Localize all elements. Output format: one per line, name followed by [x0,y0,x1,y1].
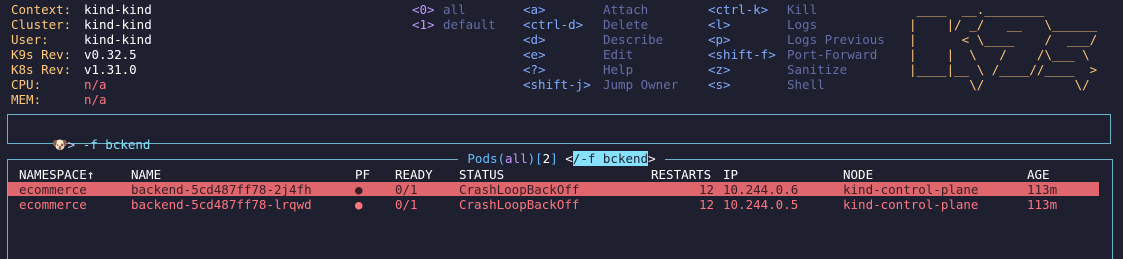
cell-node: kind-control-plane [843,182,979,197]
hotkey-key[interactable]: <shift-f> [708,47,776,62]
cell-status: CrashLoopBackOff [459,197,580,212]
logo-line: | | \ / /\___ \ [909,47,1105,62]
col-name[interactable]: NAME [131,167,161,182]
hotkey-key[interactable]: <a> [523,2,546,17]
cell-namespace: ecommerce [19,182,87,197]
cell-name: backend-5cd487ff78-lrqwd [131,197,312,212]
hotkey-key[interactable]: <z> [708,62,731,77]
hotkey-label[interactable]: Logs Previous [787,32,885,47]
user-label: User: [11,32,49,47]
mem-value: n/a [84,92,107,107]
title-end [656,151,664,166]
ns-label[interactable]: default [443,17,496,32]
k9s-rev-label: K9s Rev: [11,47,72,62]
logo-line: \/ \/ [909,77,1105,92]
hotkey-key[interactable]: <e> [523,47,546,62]
ns-key[interactable]: <1> [412,17,435,32]
hotkey-label[interactable]: Help [603,62,633,77]
cell-restarts: 12 [699,197,715,212]
title-filter-close: > [648,151,656,166]
hotkey-key[interactable]: <d> [523,32,546,47]
col-age[interactable]: AGE [1027,167,1050,182]
col-ready[interactable]: READY [395,167,433,182]
ns-key[interactable]: <0> [412,2,435,17]
context-value: kind-kind [84,2,152,17]
title-bracket-close: ] [550,151,566,166]
logo-line: ____ __.________ [909,2,1105,17]
mem-label: MEM: [11,92,42,107]
cell-ip: 10.244.0.6 [723,182,799,197]
filter-prompt-box[interactable]: 🐶> -f bckend [7,114,1111,152]
cell-pf: ● [355,197,363,212]
cell-namespace: ecommerce [19,197,87,212]
col-ip[interactable]: IP [723,167,738,182]
hotkey-label[interactable]: Attach [603,2,648,17]
cpu-label: CPU: [11,77,42,92]
title-bracket: )[ [527,151,543,166]
k8s-rev-label: K8s Rev: [11,62,72,77]
col-restarts[interactable]: RESTARTS [651,167,711,182]
logo-line: | |/ _/ __ \______ [909,17,1105,32]
cell-status: CrashLoopBackOff [459,182,580,197]
col-pf[interactable]: PF [355,167,370,182]
cell-node: kind-control-plane [843,197,979,212]
ns-label[interactable]: all [443,2,466,17]
cell-pf: ● [355,182,363,197]
title-resource: Pods( [459,151,506,166]
hotkey-label[interactable]: Shell [787,77,825,92]
hotkey-label[interactable]: Edit [603,47,633,62]
cell-ready: 0/1 [395,182,418,197]
cpu-value: n/a [84,77,107,92]
hotkey-label[interactable]: Jump Owner [603,77,678,92]
hotkey-key[interactable]: <?> [523,62,546,77]
col-status[interactable]: STATUS [459,167,504,182]
hotkey-key[interactable]: <p> [708,32,731,47]
cell-age: 113m [1027,197,1058,212]
title-filter: /-f bckend [572,151,649,166]
context-label: Context: [11,2,72,17]
hotkey-key[interactable]: <shift-j> [523,77,591,92]
cluster-label: Cluster: [11,17,72,32]
hotkey-key[interactable]: <s> [708,77,731,92]
hotkey-label[interactable]: Logs [787,17,817,32]
hotkey-label[interactable]: Kill [787,2,817,17]
dog-prompt-icon: 🐶> [52,137,76,152]
hotkey-key[interactable]: <l> [708,17,731,32]
logo-line: |____|__ \ /____//____ > [909,62,1105,77]
cell-ready: 0/1 [395,197,418,212]
logo-line: | < \____ / ___/ [909,32,1105,47]
col-namespace[interactable]: NAMESPACE↑ [19,167,94,182]
cell-ip: 10.244.0.5 [723,197,799,212]
k9s-rev-value: v0.32.5 [84,47,137,62]
cell-name: backend-5cd487ff78-2j4fh [131,182,312,197]
hotkey-label[interactable]: Sanitize [787,62,847,77]
hotkey-label[interactable]: Port-Forward [787,47,877,62]
hotkey-label[interactable]: Describe [603,32,663,47]
hotkey-key[interactable]: <ctrl-k> [708,2,768,17]
pods-table-title: Pods(all)[2] </-f bckend> [0,151,1123,166]
cluster-value: kind-kind [84,17,152,32]
hotkey-label[interactable]: Delete [603,17,648,32]
title-filter-open: < [565,151,573,166]
user-value: kind-kind [84,32,152,47]
hotkey-key[interactable]: <ctrl-d> [523,17,583,32]
k8s-rev-value: v1.31.0 [84,62,137,77]
title-scope: all [505,151,528,166]
cell-age: 113m [1027,182,1058,197]
col-node[interactable]: NODE [843,167,873,182]
filter-text[interactable]: -f bckend [75,137,151,152]
cell-restarts: 12 [699,182,715,197]
